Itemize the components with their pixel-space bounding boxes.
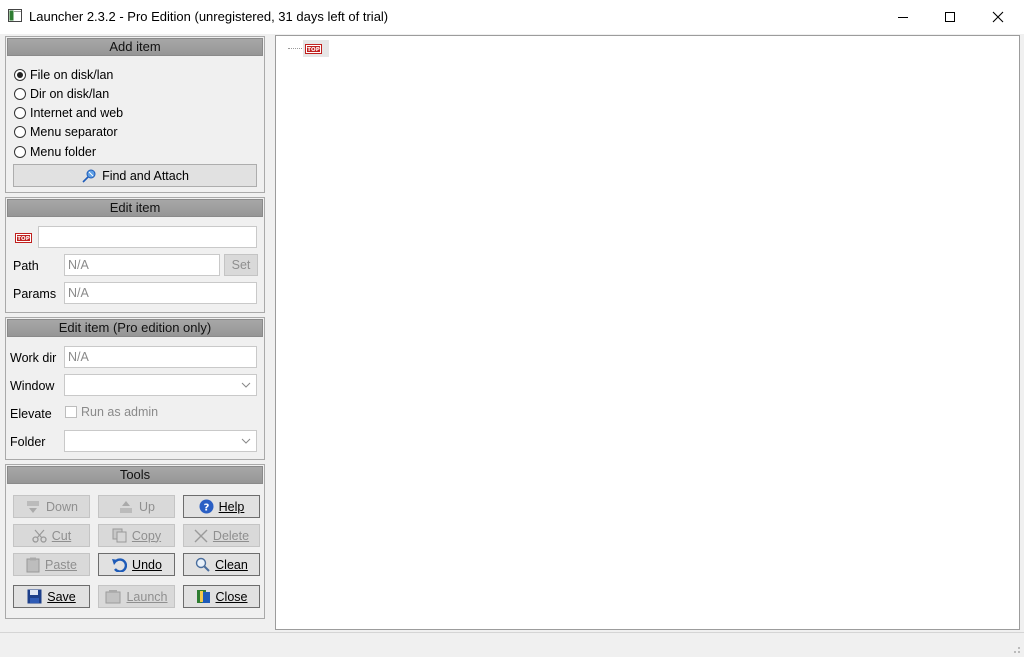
undo-icon (112, 557, 128, 572)
add-item-group: Add item File on disk/lan Dir on disk/la… (5, 36, 265, 193)
paste-icon (26, 557, 40, 572)
tools-header: Tools (7, 466, 263, 484)
undo-button[interactable]: Undo (98, 553, 175, 576)
help-icon: ? (199, 499, 214, 514)
path-input[interactable]: N/A (64, 254, 220, 276)
clean-button[interactable]: Clean (183, 553, 260, 576)
set-path-button[interactable]: Set (224, 254, 258, 276)
copy-icon (112, 528, 127, 543)
up-button[interactable]: Up (98, 495, 175, 518)
edit-item-pro-header: Edit item (Pro edition only) (7, 319, 263, 337)
close-icon (992, 11, 1004, 23)
radio-button[interactable] (14, 88, 26, 100)
radio-menu-separator[interactable]: Menu separator (14, 123, 118, 141)
svg-text:TOP: TOP (17, 236, 29, 242)
window-label: Window (10, 379, 55, 393)
tree-root-node[interactable]: TOP (303, 40, 329, 57)
app-icon (8, 9, 22, 22)
params-input[interactable]: N/A (64, 282, 257, 304)
title-bar: Launcher 2.3.2 - Pro Edition (unregister… (0, 0, 1024, 34)
delete-x-icon (194, 529, 208, 542)
window-title: Launcher 2.3.2 - Pro Edition (unregister… (29, 9, 389, 24)
find-and-attach-button[interactable]: Find and Attach (13, 164, 257, 187)
launch-button[interactable]: Launch (98, 585, 175, 608)
move-up-icon (120, 500, 132, 513)
top-menu-icon: TOP (15, 233, 32, 243)
left-pane: Add item File on disk/lan Dir on disk/la… (3, 35, 268, 621)
minimize-button[interactable] (880, 0, 926, 34)
checkbox[interactable] (65, 406, 77, 418)
tree-root-item[interactable]: TOP (288, 40, 329, 57)
launch-icon (105, 590, 121, 604)
folder-label: Folder (10, 435, 46, 449)
help-button[interactable]: ? Help (183, 495, 260, 518)
radio-file-on-disk[interactable]: File on disk/lan (14, 66, 113, 84)
edit-item-pro-group: Edit item (Pro edition only) Work dir N/… (5, 317, 265, 460)
scissors-icon (32, 529, 47, 543)
delete-button[interactable]: Delete (183, 524, 260, 547)
maximize-icon (945, 12, 955, 22)
close-window-button[interactable] (975, 0, 1021, 34)
menu-tree-pane[interactable]: TOP (275, 35, 1020, 630)
tree-connector (288, 48, 302, 49)
resize-grip-icon[interactable] (1011, 644, 1021, 654)
run-as-admin-checkbox[interactable]: Run as admin (65, 405, 158, 419)
edit-item-header: Edit item (7, 199, 263, 217)
maximize-button[interactable] (927, 0, 973, 34)
path-label: Path (13, 259, 39, 273)
chevron-down-icon (241, 438, 251, 444)
svg-text:TOP: TOP (307, 47, 319, 53)
radio-button[interactable] (14, 107, 26, 119)
chevron-down-icon (241, 382, 251, 388)
exit-door-icon (196, 590, 210, 603)
status-bar (0, 632, 1024, 657)
window-select[interactable] (64, 374, 257, 396)
elevate-label: Elevate (10, 407, 52, 421)
paste-button[interactable]: Paste (13, 553, 90, 576)
add-item-header: Add item (7, 38, 263, 56)
close-button[interactable]: Close (183, 585, 260, 608)
radio-button-checked[interactable] (14, 69, 26, 81)
top-menu-icon: TOP (305, 43, 322, 54)
radio-button[interactable] (14, 126, 26, 138)
magnifier-icon (195, 557, 210, 572)
down-button[interactable]: Down (13, 495, 90, 518)
minimize-icon (898, 17, 908, 18)
workdir-label: Work dir (10, 351, 57, 365)
radio-internet-and-web[interactable]: Internet and web (14, 104, 123, 122)
copy-button[interactable]: Copy (98, 524, 175, 547)
folder-select[interactable] (64, 430, 257, 452)
params-label: Params (13, 287, 57, 301)
tools-group: Tools Down Up ? Help Cut Copy Delete Pas… (5, 464, 265, 619)
radio-menu-folder[interactable]: Menu folder (14, 143, 96, 161)
save-button[interactable]: Save (13, 585, 90, 608)
pin-icon (82, 169, 96, 183)
radio-button[interactable] (14, 146, 26, 158)
workdir-input[interactable]: N/A (64, 346, 257, 368)
radio-dir-on-disk[interactable]: Dir on disk/lan (14, 85, 109, 103)
cut-button[interactable]: Cut (13, 524, 90, 547)
edit-item-group: Edit item TOP Path N/A Set Params N/A (5, 197, 265, 313)
floppy-disk-icon (27, 589, 42, 604)
item-name-input[interactable] (38, 226, 257, 248)
move-down-icon (27, 500, 40, 513)
svg-text:?: ? (203, 503, 209, 514)
